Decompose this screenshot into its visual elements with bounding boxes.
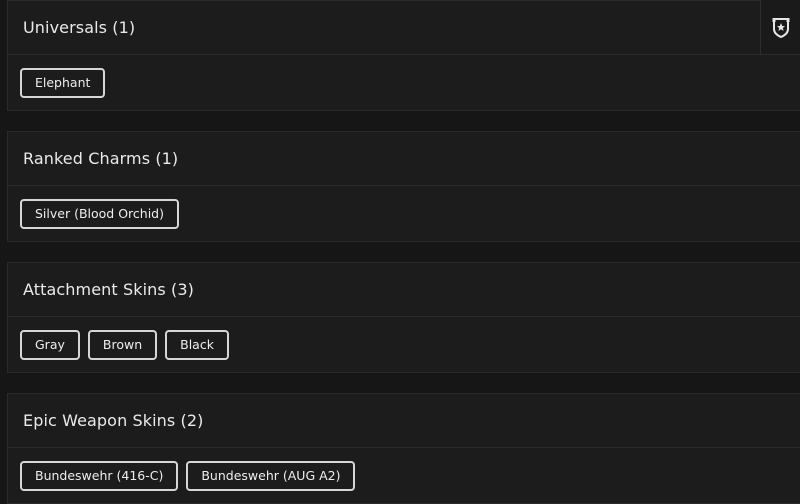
section-items: Elephant [8, 55, 800, 110]
section-header: Attachment Skins (3) [8, 263, 800, 317]
item-chip[interactable]: Bundeswehr (416-C) [20, 460, 179, 491]
section-attachment-skins: Attachment Skins (3) Gray Brown Black [7, 262, 800, 373]
section-title: Attachment Skins (3) [23, 280, 194, 299]
item-chip[interactable]: Bundeswehr (AUG A2) [186, 460, 356, 491]
section-header: Universals (1) [8, 0, 800, 55]
section-header: Epic Weapon Skins (2) [8, 394, 800, 448]
section-universals: Universals (1) Elephant [7, 0, 800, 111]
item-chip[interactable]: Black [165, 329, 229, 360]
section-items: Gray Brown Black [8, 317, 800, 372]
section-title: Ranked Charms (1) [23, 149, 179, 168]
item-chip[interactable]: Silver (Blood Orchid) [20, 198, 179, 229]
item-chip[interactable]: Gray [20, 329, 80, 360]
rank-shield-button[interactable] [760, 0, 800, 54]
item-chip[interactable]: Elephant [20, 67, 106, 98]
section-ranked-charms: Ranked Charms (1) Silver (Blood Orchid) [7, 131, 800, 242]
section-header: Ranked Charms (1) [8, 132, 800, 186]
section-items: Bundeswehr (416-C) Bundeswehr (AUG A2) [8, 448, 800, 503]
rank-shield-icon [772, 18, 789, 38]
section-epic-weapon-skins: Epic Weapon Skins (2) Bundeswehr (416-C)… [7, 393, 800, 504]
section-title: Epic Weapon Skins (2) [23, 411, 204, 430]
section-title: Universals (1) [23, 18, 136, 37]
section-items: Silver (Blood Orchid) [8, 186, 800, 241]
item-chip[interactable]: Brown [87, 329, 158, 360]
